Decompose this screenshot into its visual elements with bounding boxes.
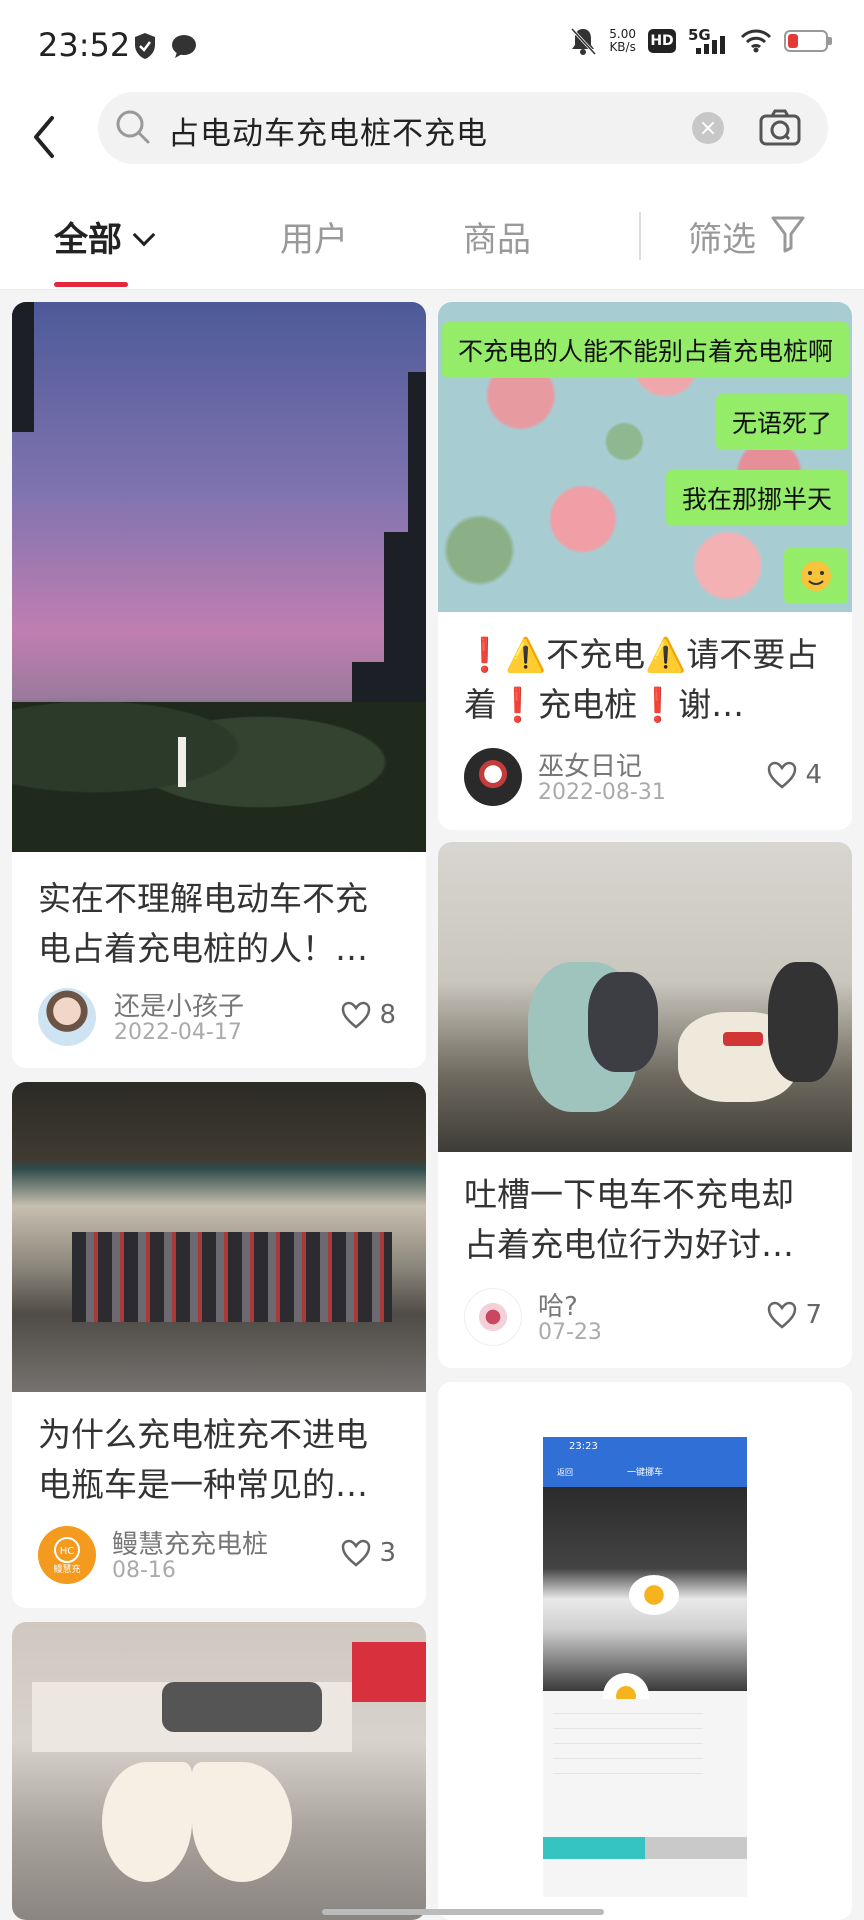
post-card-4[interactable]: 为什么充电桩充不进电电瓶车是一种常见的… HC 鳗慧充 鳗慧充充电桩 08-16… <box>12 1082 426 1608</box>
post-date: 08-16 <box>112 1558 176 1583</box>
screenshot-phone: 23:23 返回 一键挪车 <box>543 1437 747 1897</box>
post-date: 2022-08-31 <box>538 780 666 805</box>
like-count: 4 <box>805 760 822 790</box>
post-title: 吐槽一下电车不充电却占着充电位行为好讨… <box>464 1175 794 1264</box>
signal-icon: 5G <box>688 26 728 56</box>
heart-icon <box>342 1539 371 1567</box>
back-arrow-icon[interactable] <box>26 112 66 162</box>
chat-bubble: 无语死了 <box>715 394 848 450</box>
clear-search-button[interactable] <box>692 112 724 144</box>
filter-icon[interactable] <box>770 214 806 254</box>
post-date: 2022-04-17 <box>114 1020 242 1045</box>
post-image <box>12 1622 426 1920</box>
brand-logo-icon: HC <box>54 1537 80 1563</box>
hd-badge: HD <box>648 29 676 53</box>
wifi-icon <box>740 29 772 53</box>
like-button[interactable]: 7 <box>767 1300 822 1330</box>
post-author: 还是小孩子 <box>114 992 245 1022</box>
search-tabs: 全部 用户 商品 筛选 <box>0 184 864 290</box>
search-header: 占电动车充电桩不充电 <box>0 92 864 184</box>
tab-goods[interactable]: 商品 <box>463 212 531 261</box>
post-title: 为什么充电桩充不进电电瓶车是一种常见的… <box>38 1415 368 1504</box>
like-button[interactable]: 4 <box>767 760 822 790</box>
emoji-bubble <box>784 548 848 604</box>
tab-divider <box>639 212 641 260</box>
search-icon <box>116 110 150 144</box>
tab-all[interactable]: 全部 <box>54 212 156 261</box>
post-card-1[interactable]: 实在不理解电动车不充电占着充电桩的人！… 还是小孩子 2022-04-17 8 <box>12 302 426 1068</box>
post-card-6[interactable] <box>12 1622 426 1920</box>
camera-search-icon[interactable] <box>758 108 802 148</box>
post-image <box>12 1082 426 1392</box>
heart-icon <box>768 1301 797 1329</box>
post-card-5[interactable]: 23:23 返回 一键挪车 <box>438 1382 852 1920</box>
chat-bubble: 我在那挪半天 <box>665 470 848 526</box>
avatar: HC 鳗慧充 <box>38 1526 96 1584</box>
status-time: 23:52 <box>38 26 131 64</box>
post-title: ❗⚠️不充电⚠️请不要占着❗充电桩❗谢… <box>464 635 819 724</box>
search-input[interactable]: 占电动车充电桩不充电 <box>98 92 828 164</box>
status-bar: 23:52 5.00 KB/s HD 5G <box>0 0 864 92</box>
like-button[interactable]: 8 <box>341 1000 396 1030</box>
post-card-2[interactable]: 不充电的人能不能别占着充电桩啊 无语死了 我在那挪半天 ❗⚠️不充电⚠️请不要占… <box>438 302 852 830</box>
shield-icon <box>135 33 155 59</box>
post-image <box>438 842 852 1152</box>
post-date: 07-23 <box>538 1320 602 1345</box>
search-query: 占电动车充电桩不充电 <box>168 116 488 152</box>
post-card-3[interactable]: 吐槽一下电车不充电却占着充电位行为好讨… 哈? 07-23 7 <box>438 842 852 1368</box>
post-image: 23:23 返回 一键挪车 <box>438 1382 852 1920</box>
post-author: 哈? <box>538 1292 578 1322</box>
like-count: 3 <box>379 1538 396 1568</box>
like-count: 7 <box>805 1300 822 1330</box>
active-tab-indicator <box>54 282 128 287</box>
post-author: 鳗慧充充电桩 <box>112 1530 269 1560</box>
chat-bubble: 不充电的人能不能别占着充电桩啊 <box>442 322 850 378</box>
chevron-down-icon <box>132 223 156 247</box>
mute-bell-icon <box>571 27 597 56</box>
heart-icon <box>768 761 797 789</box>
avatar <box>464 1288 522 1346</box>
post-title: 实在不理解电动车不充电占着充电桩的人！… <box>38 879 368 968</box>
heart-icon <box>342 1001 371 1029</box>
home-indicator[interactable] <box>322 1909 604 1915</box>
network-speed: 5.00 KB/s <box>609 27 636 54</box>
avatar <box>464 748 522 806</box>
smiley-icon <box>801 561 831 591</box>
post-image: 不充电的人能不能别占着充电桩啊 无语死了 我在那挪半天 <box>438 302 852 612</box>
post-author: 巫女日记 <box>538 752 643 782</box>
avatar <box>38 988 96 1046</box>
battery-icon <box>784 30 832 52</box>
post-image <box>12 302 426 852</box>
tab-users[interactable]: 用户 <box>280 212 348 261</box>
like-button[interactable]: 3 <box>341 1538 396 1568</box>
tab-filter[interactable]: 筛选 <box>688 212 756 261</box>
svg-text:HC: HC <box>60 1546 75 1557</box>
like-count: 8 <box>379 1000 396 1030</box>
message-icon <box>172 35 196 58</box>
